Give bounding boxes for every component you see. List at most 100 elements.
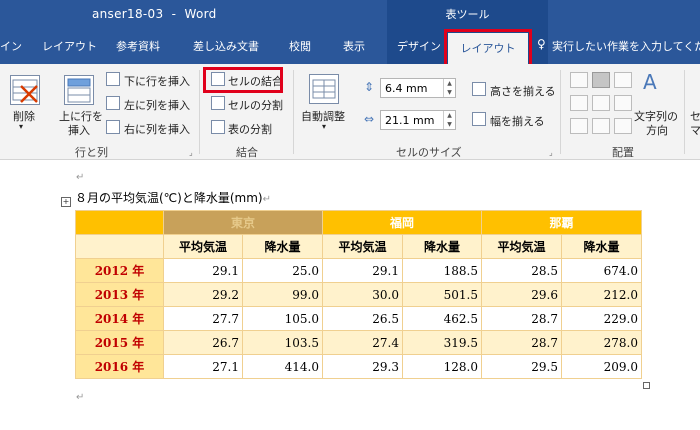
subheader-cell[interactable]: 平均気温 [322, 234, 403, 259]
year-cell[interactable]: 2015 年 [75, 330, 164, 355]
value-cell[interactable]: 29.1 [322, 258, 403, 283]
insert-right-button[interactable]: 右に列を挿入 [124, 121, 190, 137]
value-cell[interactable]: 27.7 [163, 306, 243, 331]
align-middle-center-icon[interactable] [592, 95, 610, 111]
value-cell[interactable]: 25.0 [242, 258, 323, 283]
align-top-left-icon[interactable] [570, 72, 588, 88]
value-cell[interactable]: 212.0 [561, 282, 642, 307]
value-cell[interactable]: 319.5 [402, 330, 482, 355]
align-middle-right-icon[interactable] [614, 95, 632, 111]
split-cells-icon [211, 96, 225, 110]
table-row: 2016 年 27.1 414.0 29.3 128.0 29.5 209.0 [75, 354, 642, 379]
cell-margins-label-2[interactable]: マ [690, 122, 700, 138]
tab-references[interactable]: 参考資料 [116, 38, 160, 54]
insert-above-icon[interactable] [64, 75, 94, 105]
paragraph-mark: ↵ [262, 194, 271, 205]
value-cell[interactable]: 188.5 [402, 258, 482, 283]
value-cell[interactable]: 674.0 [561, 258, 642, 283]
insert-left-button[interactable]: 左に列を挿入 [124, 97, 190, 113]
table-row: 2013 年 29.2 99.0 30.0 501.5 29.6 212.0 [75, 282, 642, 307]
value-cell[interactable]: 103.5 [242, 330, 323, 355]
align-bottom-center-icon[interactable] [592, 118, 610, 134]
align-top-center-icon[interactable] [592, 72, 610, 88]
value-cell[interactable]: 26.5 [322, 306, 403, 331]
city-header-naha[interactable]: 那覇 [481, 210, 642, 235]
year-cell[interactable]: 2014 年 [75, 306, 164, 331]
align-top-right-icon[interactable] [614, 72, 632, 88]
insert-above-label-2[interactable]: 挿入 [68, 122, 90, 138]
subheader-cell[interactable]: 平均気温 [163, 234, 243, 259]
split-cells-button[interactable]: セルの分割 [228, 97, 283, 113]
city-header-tokyo[interactable]: 東京 [163, 210, 323, 235]
value-cell[interactable]: 229.0 [561, 306, 642, 331]
table-move-handle-icon[interactable]: + [61, 197, 71, 207]
text-direction-icon[interactable]: A [643, 70, 657, 94]
paragraph-mark: ↵ [76, 392, 85, 403]
tell-me-box[interactable]: 実行したい作業を入力してくださ [552, 38, 700, 54]
value-cell[interactable]: 27.4 [322, 330, 403, 355]
distribute-cols-icon [472, 112, 486, 126]
city-header-fukuoka[interactable]: 福岡 [322, 210, 482, 235]
delete-button[interactable]: 削除 [13, 108, 35, 124]
tab-mailings[interactable]: 差し込み文書 [193, 38, 259, 54]
value-cell[interactable]: 28.7 [481, 306, 562, 331]
ribbon-separator [293, 70, 294, 154]
value-cell[interactable]: 462.5 [402, 306, 482, 331]
weather-table[interactable]: 東京 福岡 那覇 平均気温 降水量 平均気温 降水量 平均気温 降水量 2012… [75, 210, 642, 379]
value-cell[interactable]: 278.0 [561, 330, 642, 355]
tab-design-partial[interactable]: イン [0, 38, 22, 54]
insert-below-button[interactable]: 下に行を挿入 [124, 73, 190, 89]
align-bottom-left-icon[interactable] [570, 118, 588, 134]
col-width-icon: ⇔ [364, 112, 375, 126]
value-cell[interactable]: 128.0 [402, 354, 482, 379]
spin-arrows-icon[interactable]: ▲ ▼ [443, 79, 455, 97]
subheader-cell[interactable]: 降水量 [402, 234, 482, 259]
tab-page-layout[interactable]: レイアウト [42, 38, 97, 54]
row-height-icon: ⇕ [364, 80, 375, 94]
row-height-input[interactable]: 6.4 mm ▲ ▼ [380, 78, 456, 98]
distribute-rows-button[interactable]: 高さを揃える [490, 83, 556, 99]
value-cell[interactable]: 29.6 [481, 282, 562, 307]
year-cell[interactable]: 2016 年 [75, 354, 164, 379]
value-cell[interactable]: 414.0 [242, 354, 323, 379]
col-width-input[interactable]: 21.1 mm ▲ ▼ [380, 110, 456, 130]
value-cell[interactable]: 30.0 [322, 282, 403, 307]
align-bottom-right-icon[interactable] [614, 118, 632, 134]
tab-review[interactable]: 校閲 [289, 38, 311, 54]
table-resize-handle-icon[interactable] [643, 382, 650, 389]
value-cell[interactable]: 501.5 [402, 282, 482, 307]
value-cell[interactable]: 29.1 [163, 258, 243, 283]
spin-arrows-icon[interactable]: ▲ ▼ [443, 111, 455, 129]
value-cell[interactable]: 27.1 [163, 354, 243, 379]
year-cell[interactable]: 2013 年 [75, 282, 164, 307]
value-cell[interactable]: 99.0 [242, 282, 323, 307]
value-cell[interactable]: 209.0 [561, 354, 642, 379]
split-table-button[interactable]: 表の分割 [228, 121, 272, 137]
value-cell[interactable]: 29.3 [322, 354, 403, 379]
year-cell[interactable]: 2012 年 [75, 258, 164, 283]
subheader-cell[interactable]: 平均気温 [481, 234, 562, 259]
tab-table-design[interactable]: デザイン [397, 38, 441, 54]
value-cell[interactable]: 26.7 [163, 330, 243, 355]
value-cell[interactable]: 105.0 [242, 306, 323, 331]
distribute-cols-button[interactable]: 幅を揃える [490, 113, 545, 129]
tab-view[interactable]: 表示 [343, 38, 365, 54]
align-middle-left-icon[interactable] [570, 95, 588, 111]
text-direction-label-2[interactable]: 方向 [646, 122, 668, 138]
value-cell[interactable]: 29.5 [481, 354, 562, 379]
value-cell[interactable]: 29.2 [163, 282, 243, 307]
autofit-icon[interactable] [309, 74, 339, 104]
value-cell[interactable]: 28.7 [481, 330, 562, 355]
delete-table-icon[interactable] [10, 75, 40, 105]
dialog-launcher-icon[interactable]: ⌟ [189, 148, 193, 157]
value-cell[interactable]: 28.5 [481, 258, 562, 283]
subheader-cell[interactable]: 降水量 [561, 234, 642, 259]
table-cell[interactable] [75, 234, 164, 259]
subheader-cell[interactable]: 降水量 [242, 234, 323, 259]
caption-text: ８月の平均気温(℃)と降水量(mm) [75, 191, 263, 205]
group-label-rows-cols: 行と列 [75, 146, 108, 159]
table-header-row: 東京 福岡 那覇 [75, 210, 642, 235]
dialog-launcher-icon[interactable]: ⌟ [549, 148, 553, 157]
ribbon-separator [684, 70, 685, 154]
table-cell[interactable] [75, 210, 164, 235]
